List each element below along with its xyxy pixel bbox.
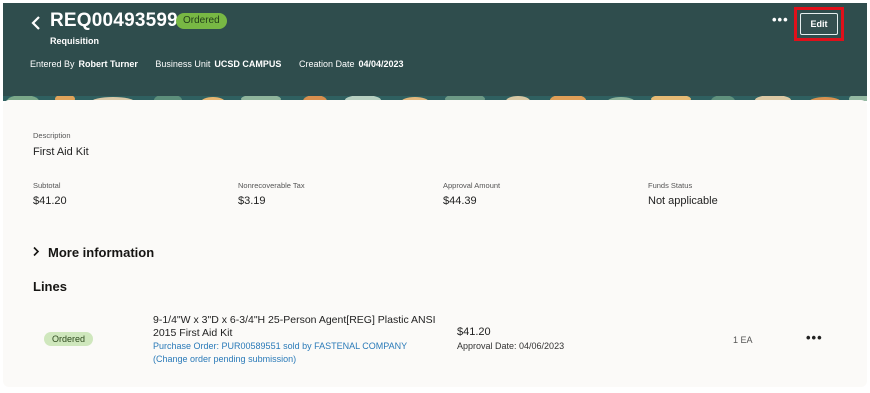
funds-status-label: Funds Status [648,181,693,190]
requisition-number: REQ00493599 [50,10,178,31]
back-chevron-icon[interactable] [28,12,46,34]
business-unit-value: UCSD CAMPUS [214,59,282,69]
chevron-right-svg [33,246,40,257]
more-information-label: More information [48,245,155,260]
entered-by-value: Robert Turner [78,59,138,69]
requisition-page: REQ00493599 Ordered Requisition Entered … [0,0,870,393]
line-quantity: 1 EA [733,335,753,345]
description-label: Description [33,131,71,140]
page-subtitle: Requisition [50,36,99,46]
subtotal-label: Subtotal [33,181,61,190]
back-chevron-svg [31,16,40,30]
edit-button[interactable]: Edit [800,13,838,35]
creation-date-label: Creation Date [298,59,355,69]
business-unit-label: Business Unit [155,59,211,69]
approval-amount-value: $44.39 [443,195,477,207]
tax-value: $3.19 [238,195,266,207]
line-more-actions-icon[interactable]: ••• [806,330,823,345]
line-approval-date: Approval Date: 04/06/2023 [457,341,565,351]
approval-amount-label: Approval Amount [443,181,501,190]
line-amount: $41.20 [457,326,491,338]
chevron-right-icon [32,245,42,260]
subtotal-value: $41.20 [33,195,67,207]
entered-by-label: Entered By [30,59,75,69]
creation-date-value: 04/04/2023 [358,59,404,69]
line-item-description[interactable]: 9-1/4"W x 3"D x 6-3/4"H 25-Person Agent[… [153,314,443,340]
tax-label: Nonrecoverable Tax [238,181,305,190]
more-information-toggle[interactable]: More information [32,245,154,260]
description-value: First Aid Kit [33,146,89,158]
purchase-order-link[interactable]: Purchase Order: PUR00589551 sold by FAST… [153,340,443,366]
funds-status-value: Not applicable [648,195,718,207]
lines-heading: Lines [33,279,67,294]
more-actions-icon[interactable]: ••• [772,12,789,27]
header-meta: Entered By Robert Turner Business Unit UCS… [30,59,419,69]
line-status-badge: Ordered [44,332,94,346]
status-badge: Ordered [176,13,227,29]
